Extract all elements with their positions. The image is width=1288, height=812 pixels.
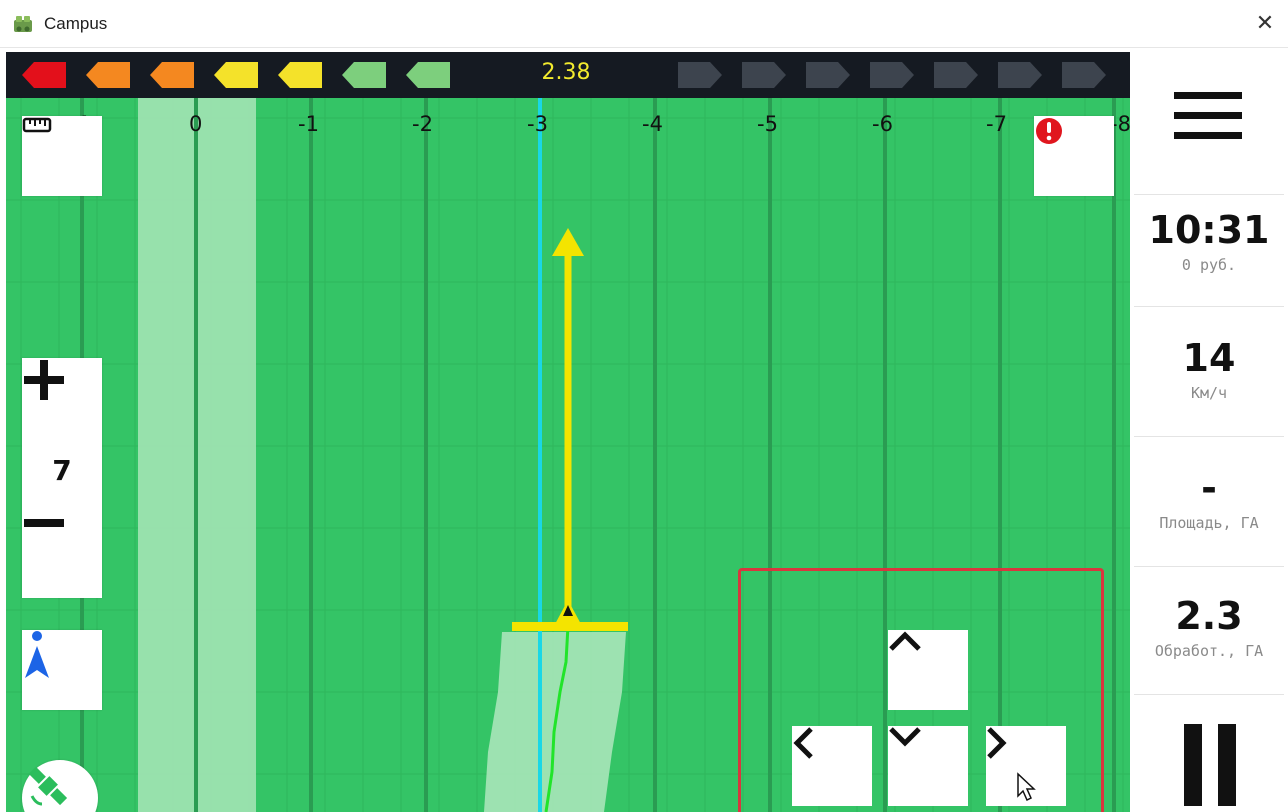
lightbar-right-arrow	[934, 62, 978, 88]
minus-icon	[24, 519, 64, 527]
ruler-label: -6	[872, 112, 893, 136]
chevron-right-icon	[987, 727, 1007, 759]
divider	[1134, 566, 1284, 567]
measure-button[interactable]	[22, 116, 102, 196]
lightbar-left-arrow	[86, 62, 130, 88]
lightbar-right-arrow	[1062, 62, 1106, 88]
divider	[1134, 694, 1284, 695]
chevron-up-icon	[889, 631, 921, 651]
app-icon	[14, 16, 32, 32]
ruler-label: -1	[298, 112, 319, 136]
ruler-label: -7	[986, 112, 1007, 136]
lightbar-right-arrow	[998, 62, 1042, 88]
processed-stat: 2.3 Обработ., ГА	[1130, 594, 1288, 660]
lightbar-left-arrow	[406, 62, 450, 88]
processed-label: Обработ., ГА	[1154, 642, 1264, 660]
area-label: Площадь, ГА	[1159, 514, 1259, 532]
plus-icon	[24, 360, 64, 400]
ruler-label: 0	[189, 112, 203, 136]
orientation-button[interactable]	[22, 630, 102, 710]
satellite-icon	[28, 766, 68, 806]
area-value: -	[1201, 466, 1217, 510]
chevron-left-icon	[793, 727, 813, 759]
speed-unit: Км/ч	[1190, 384, 1228, 402]
lightbar-left-arrow	[150, 62, 194, 88]
lightbar-right-arrow	[870, 62, 914, 88]
field-map[interactable]: 2.38 1 0 -1 -2 -3 -4 -5 -6 -7 -8	[6, 52, 1130, 812]
chevron-down-icon	[889, 727, 921, 747]
lightbar-left-arrow	[342, 62, 386, 88]
ruler-label: -3	[527, 112, 548, 136]
processed-value: 2.3	[1175, 594, 1243, 638]
alert-icon	[1036, 118, 1062, 144]
nudge-up-button[interactable]	[888, 630, 968, 710]
time-value: 10:31	[1148, 208, 1270, 252]
divider	[1134, 194, 1284, 195]
close-button[interactable]: ✕	[1242, 8, 1288, 40]
north-arrow-icon	[25, 631, 49, 678]
window-title: Campus	[44, 14, 108, 33]
area-stat: - Площадь, ГА	[1130, 466, 1288, 532]
speed-stat: 14 Км/ч	[1130, 336, 1288, 402]
ruler-icon	[22, 117, 52, 133]
lightbar-left-arrow	[22, 62, 66, 88]
lightbar-right-arrow	[806, 62, 850, 88]
lightbar-right-arrow	[678, 62, 722, 88]
lightbar: 2.38	[6, 52, 1130, 98]
zoom-out-button[interactable]	[22, 518, 102, 598]
zoom-in-button[interactable]	[22, 358, 102, 438]
sidebar: 10:31 0 руб. 14 Км/ч - Площадь, ГА 2.3 О…	[1130, 48, 1288, 812]
divider	[1134, 306, 1284, 307]
time-stat: 10:31 0 руб.	[1130, 208, 1288, 274]
nudge-left-button[interactable]	[792, 726, 872, 806]
zoom-control: 7	[22, 358, 102, 598]
cross-track-error: 2.38	[541, 60, 591, 85]
mouse-cursor-icon	[1017, 772, 1036, 802]
speed-value: 14	[1182, 336, 1236, 380]
title-bar: Campus ✕	[0, 0, 1288, 48]
nudge-down-button[interactable]	[888, 726, 968, 806]
close-icon: ✕	[1255, 11, 1275, 36]
ruler-label: -2	[412, 112, 433, 136]
lightbar-left-arrow	[278, 62, 322, 88]
lightbar-left-arrow	[214, 62, 258, 88]
divider	[1134, 436, 1284, 437]
ruler-label: -4	[642, 112, 663, 136]
ruler-label: -5	[757, 112, 778, 136]
lightbar-right-arrow	[742, 62, 786, 88]
zoom-level: 7	[52, 454, 72, 487]
heading-arrow	[552, 228, 584, 256]
pause-icon[interactable]	[1182, 724, 1238, 806]
alert-button[interactable]	[1034, 116, 1114, 196]
menu-icon[interactable]	[1174, 90, 1242, 142]
cost-label: 0 руб.	[1181, 256, 1237, 274]
